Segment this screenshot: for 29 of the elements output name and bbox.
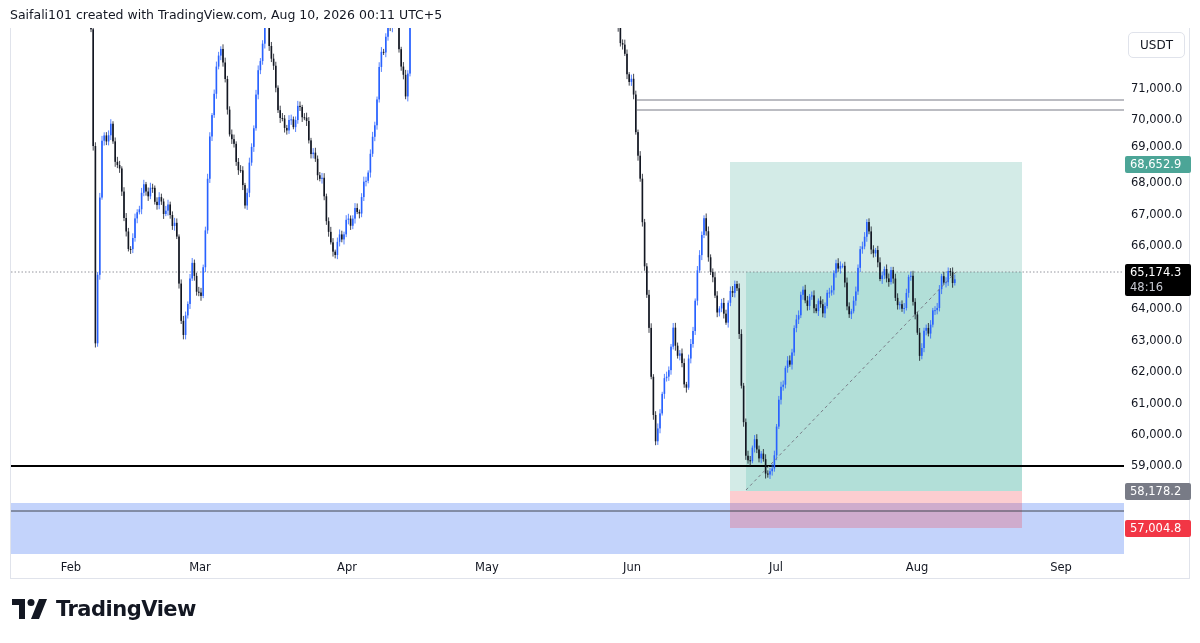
time-label: Mar	[189, 560, 211, 574]
time-label: Feb	[60, 560, 82, 574]
price-value: 65,174.3	[1130, 265, 1183, 280]
price-label: 60,000.0	[1131, 427, 1183, 441]
logo-icon	[12, 599, 48, 619]
price-value: 57,004.8	[1130, 521, 1183, 536]
logo-text: TradingView	[56, 597, 196, 621]
price-label: 62,000.0	[1131, 364, 1183, 378]
price-label: 71,000.0	[1131, 81, 1183, 95]
price-label: 66,000.0	[1131, 238, 1183, 252]
price-label: 64,000.0	[1131, 301, 1183, 315]
time-label: Sep	[1050, 560, 1072, 574]
price-label: 63,000.0	[1131, 333, 1183, 347]
time-label: May	[475, 560, 499, 574]
price-label: 70,000.0	[1131, 112, 1183, 126]
bar-countdown: 48:16	[1130, 280, 1165, 295]
currency-button[interactable]: USDT	[1128, 32, 1185, 58]
chart-attribution: Saifali101 created with TradingView.com, Aug 10, 2026 00:11 UTC+5	[9, 5, 444, 24]
price-label: 61,000.0	[1131, 396, 1183, 410]
price-label: 68,000.0	[1131, 175, 1183, 189]
time-label: Apr	[337, 560, 357, 574]
time-label: Jun	[623, 560, 641, 574]
price-label: 59,000.0	[1131, 458, 1183, 472]
price-label: 67,000.0	[1131, 207, 1183, 221]
price-value: 68,652.9	[1130, 157, 1183, 172]
price-label: 69,000.0	[1131, 139, 1183, 153]
price-value: 58,178.2	[1130, 484, 1183, 499]
time-label: Aug	[905, 560, 929, 574]
time-label: Jul	[769, 560, 783, 574]
